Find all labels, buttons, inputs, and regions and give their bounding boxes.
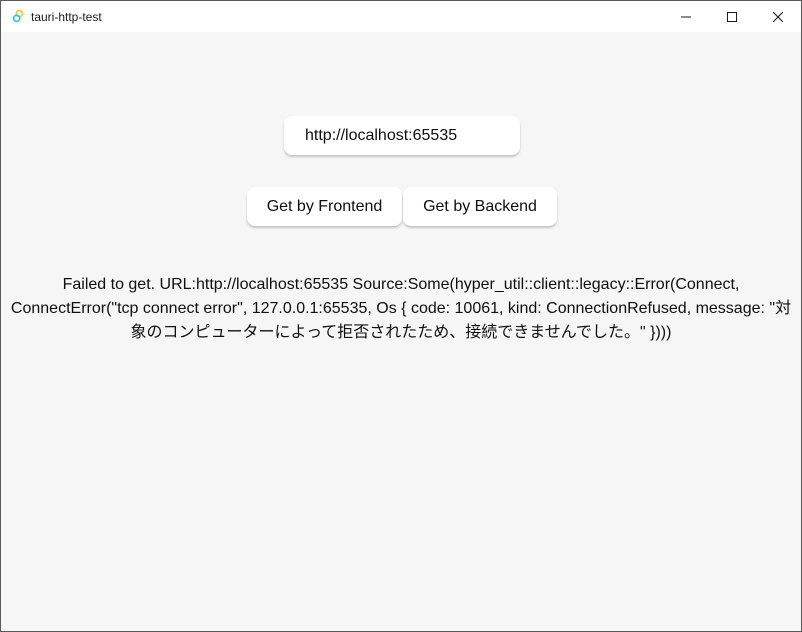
window-title: tauri-http-test: [31, 10, 102, 24]
minimize-button[interactable]: [663, 1, 709, 32]
maximize-button[interactable]: [709, 1, 755, 32]
tauri-logo-icon: [12, 9, 24, 23]
get-by-frontend-label: Get by Frontend: [266, 197, 383, 215]
get-by-backend-button[interactable]: Get by Backend: [403, 187, 557, 226]
minimize-icon: [681, 16, 691, 17]
close-icon: [773, 11, 783, 22]
get-by-backend-label: Get by Backend: [423, 197, 537, 215]
title-bar[interactable]: tauri-http-test: [1, 1, 801, 32]
url-input[interactable]: [284, 116, 520, 155]
get-by-frontend-button[interactable]: Get by Frontend: [247, 187, 402, 226]
main-content: Get by Frontend Get by Backend Failed to…: [1, 32, 801, 631]
app-window: tauri-http-test Get by Frontend Get by B…: [0, 0, 802, 632]
result-message: Failed to get. URL:http://localhost:6553…: [10, 276, 792, 341]
maximize-icon: [727, 11, 737, 22]
close-button[interactable]: [755, 1, 801, 32]
